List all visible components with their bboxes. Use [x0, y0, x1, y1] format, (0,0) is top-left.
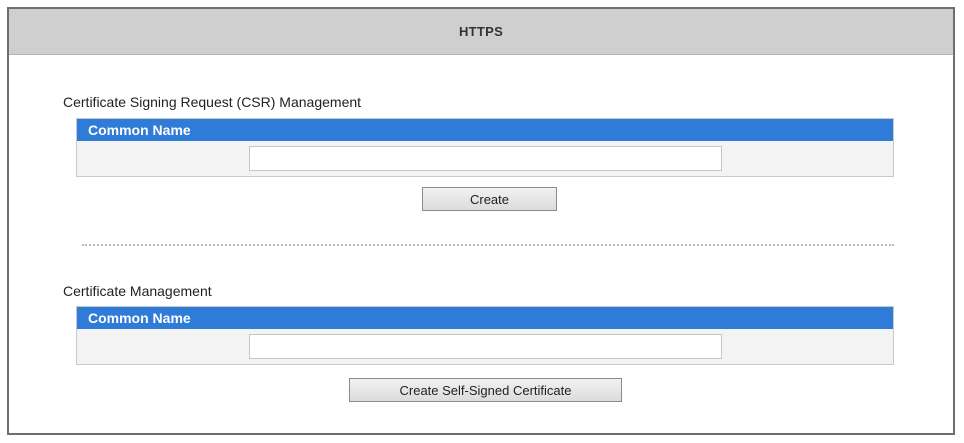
https-panel: HTTPS Certificate Signing Request (CSR) …	[7, 7, 955, 435]
csr-common-name-table: Common Name	[76, 118, 894, 177]
csr-common-name-input[interactable]	[249, 146, 722, 171]
csr-common-name-row	[77, 141, 893, 176]
cert-common-name-input[interactable]	[249, 334, 722, 359]
section-divider	[82, 244, 894, 246]
create-self-signed-certificate-button[interactable]: Create Self-Signed Certificate	[349, 378, 622, 402]
cert-common-name-row	[77, 329, 893, 364]
csr-common-name-header: Common Name	[77, 119, 893, 141]
create-csr-button[interactable]: Create	[422, 187, 557, 211]
cert-section-title: Certificate Management	[63, 283, 212, 299]
panel-header: HTTPS	[9, 9, 953, 55]
cert-common-name-table: Common Name	[76, 306, 894, 365]
panel-title: HTTPS	[458, 24, 504, 39]
csr-section-title: Certificate Signing Request (CSR) Manage…	[63, 94, 362, 110]
cert-common-name-header: Common Name	[77, 307, 893, 329]
